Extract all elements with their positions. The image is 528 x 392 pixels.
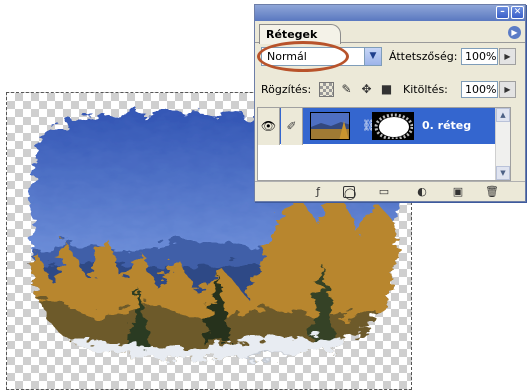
lock-position-move-icon[interactable]: ✥ xyxy=(359,82,374,97)
chevron-down-icon[interactable]: ▼ xyxy=(364,48,381,65)
scroll-down-icon[interactable]: ▼ xyxy=(496,166,510,180)
lock-pixels-brush-icon[interactable]: ✎ xyxy=(339,82,354,97)
trash-icon[interactable]: 🗑 xyxy=(485,185,499,199)
new-group-folder-icon[interactable]: ▭ xyxy=(377,185,391,199)
new-layer-icon[interactable]: ▣ xyxy=(451,185,465,199)
layers-scrollbar[interactable]: ▲ ▼ xyxy=(495,108,510,180)
palette-tab-row: Rétegek ▶ xyxy=(255,21,525,44)
add-mask-icon[interactable]: ◯ xyxy=(343,186,356,200)
lock-fill-row: Rögzítés: ✎ ✥ ■ Kitöltés: 100% ▶ xyxy=(255,79,525,101)
layer-mask-thumbnail[interactable] xyxy=(372,112,414,140)
lock-transparency-icon[interactable] xyxy=(319,82,334,97)
layer-style-icon[interactable]: ƒ xyxy=(311,185,325,199)
scroll-up-icon[interactable]: ▲ xyxy=(496,108,510,122)
layers-toolbar: ƒ ◯ ▭ ◐ ▣ 🗑 xyxy=(255,181,525,201)
lock-label: Rögzítés: xyxy=(261,83,312,96)
layer-row[interactable]: 👁 ✐ ⛓ 0. réteg xyxy=(258,108,510,145)
opacity-slider-arrow-icon[interactable]: ▶ xyxy=(499,48,516,65)
minimize-icon[interactable]: – xyxy=(496,6,509,19)
blend-opacity-row: Normál ▼ Áttetszőség: 100% ▶ xyxy=(255,41,525,72)
brush-icon[interactable]: ✐ xyxy=(281,108,303,145)
opacity-label: Áttetszőség: xyxy=(389,50,458,63)
lock-all-padlock-icon[interactable]: ■ xyxy=(379,82,394,97)
fill-label: Kitöltés: xyxy=(403,83,448,96)
fill-input[interactable]: 100% xyxy=(461,81,498,98)
eye-icon[interactable]: 👁 xyxy=(258,108,280,145)
layers-palette: – ✕ Rétegek ▶ Normál ▼ Áttetszőség: 100%… xyxy=(254,4,526,202)
palette-menu-icon[interactable]: ▶ xyxy=(508,26,521,39)
layer-name: 0. réteg xyxy=(422,119,472,132)
fill-slider-arrow-icon[interactable]: ▶ xyxy=(499,81,516,98)
layers-list: 👁 ✐ ⛓ 0. réteg ▲ ▼ xyxy=(257,107,511,181)
palette-titlebar[interactable]: – ✕ xyxy=(255,5,525,21)
adjustment-layer-icon[interactable]: ◐ xyxy=(415,185,429,199)
close-icon[interactable]: ✕ xyxy=(511,6,524,19)
layer-thumbnail xyxy=(310,112,350,140)
highlight-ring xyxy=(257,41,349,72)
opacity-input[interactable]: 100% xyxy=(461,48,498,65)
